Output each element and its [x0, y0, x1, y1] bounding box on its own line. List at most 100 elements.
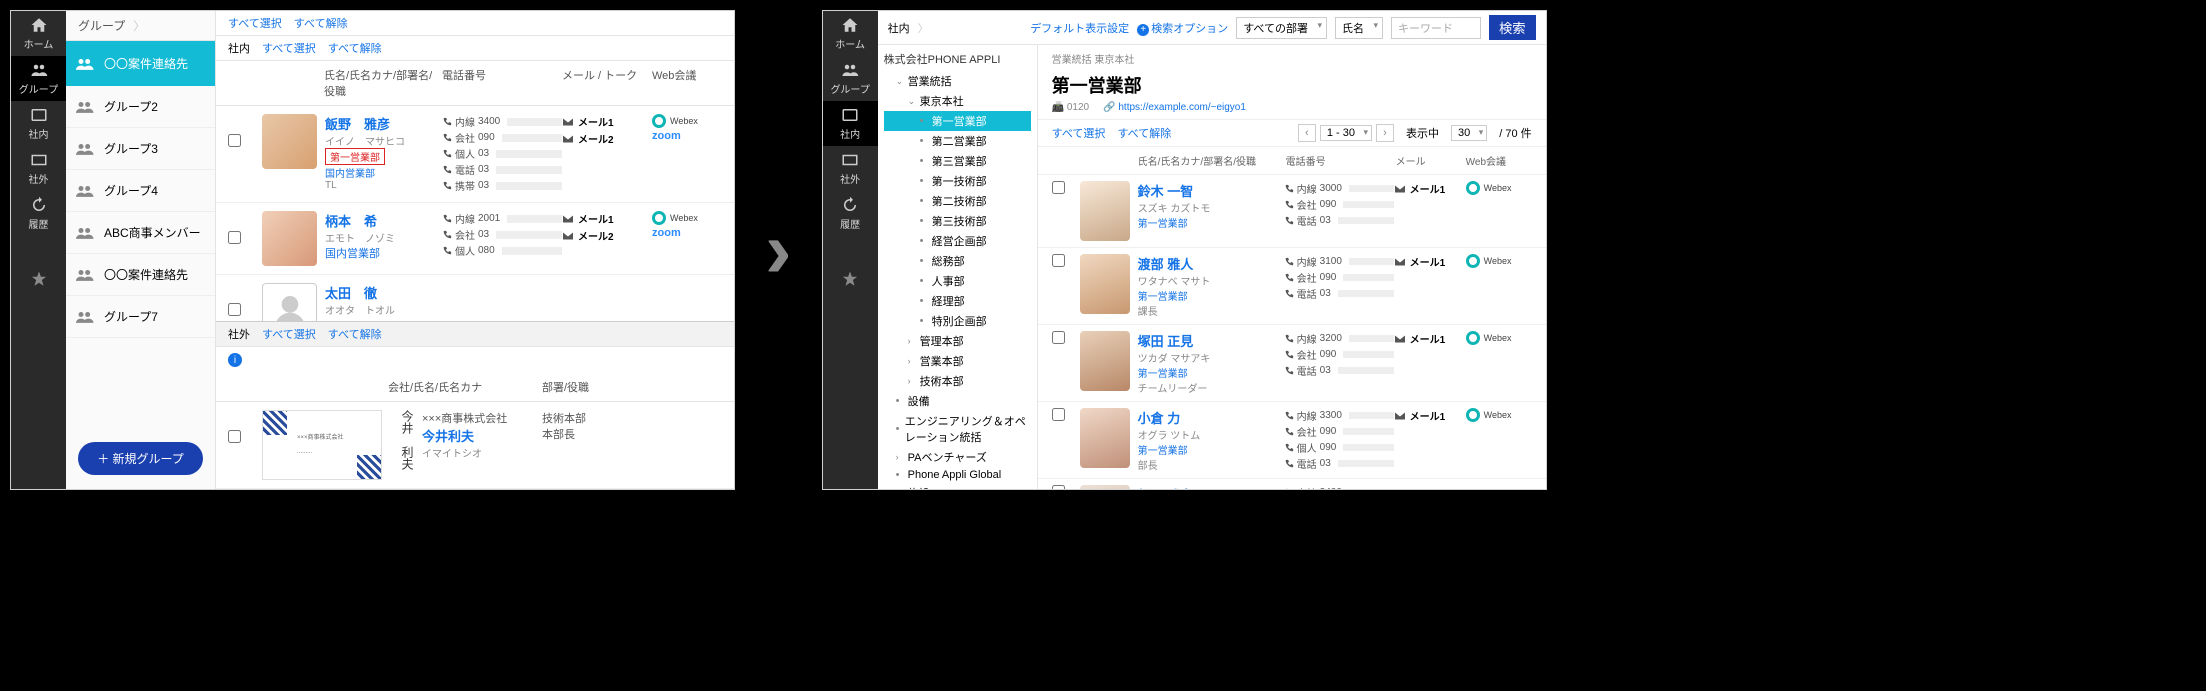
tree-node[interactable]: •人事部	[884, 271, 1031, 291]
tree-node[interactable]: •経理部	[884, 291, 1031, 311]
ext-table-header: 会社/氏名/氏名カナ 部署/役職	[216, 373, 734, 402]
tree-node[interactable]: ›施設	[884, 483, 1031, 489]
tree-node[interactable]: •設備	[884, 391, 1031, 411]
person-name[interactable]: 塚田 正見	[1138, 331, 1284, 350]
tree-node[interactable]: •第三技術部	[884, 211, 1031, 231]
tree-node[interactable]: •総務部	[884, 251, 1031, 271]
person-name[interactable]: 小倉 力	[1138, 408, 1284, 427]
group-item[interactable]: グループ3	[66, 128, 215, 170]
main-content: すべて選択 すべて解除 社内 すべて選択 すべて解除 氏名/氏名カナ/部署名/役…	[216, 11, 734, 489]
select-all-r[interactable]: すべて選択	[1052, 125, 1106, 141]
person-name[interactable]: 飯野 雅彦	[1138, 485, 1284, 489]
sb-group-r[interactable]: グループ	[823, 56, 878, 101]
search-button[interactable]: 検索	[1489, 15, 1536, 40]
group-item[interactable]: ABC商事メンバー	[66, 212, 215, 254]
tree-node[interactable]: •第三営業部	[884, 151, 1031, 171]
sb-star-r[interactable]	[823, 256, 878, 301]
person-name[interactable]: 飯野 雅彦	[325, 114, 442, 133]
deselect-all-shanai[interactable]: すべて解除	[328, 40, 382, 56]
sb-shanai[interactable]: 社内	[11, 101, 66, 146]
group-item[interactable]: グループ2	[66, 86, 215, 128]
tree-node[interactable]: •第一技術部	[884, 171, 1031, 191]
detail-title: 第一営業部	[1038, 72, 1546, 102]
tree-node[interactable]: ›PAベンチャーズ	[884, 447, 1031, 467]
ext-row: ×××商事株式会社......... 今井 利夫 ×××商事株式会社 今井利夫 …	[216, 402, 734, 489]
tree-node[interactable]: ›管理本部	[884, 331, 1031, 351]
sb-history[interactable]: 履歴	[11, 191, 66, 236]
tree-node[interactable]: ⌄営業統括	[884, 71, 1031, 91]
tree-node[interactable]: ⌄東京本社	[884, 91, 1031, 111]
tree-node[interactable]: •経営企画部	[884, 231, 1031, 251]
business-card[interactable]: ×××商事株式会社.........	[262, 410, 382, 480]
rtable-header: 氏名/氏名カナ/部署名/役職 電話番号 メール Web会議	[1038, 147, 1546, 175]
tree-node[interactable]: •特別企画部	[884, 311, 1031, 331]
sb-group[interactable]: グループ	[11, 56, 66, 101]
avatar	[262, 211, 317, 266]
page-prev[interactable]: ‹	[1298, 124, 1316, 142]
row-checkbox[interactable]	[228, 231, 241, 244]
row-checkbox[interactable]	[228, 430, 241, 443]
field-select[interactable]: 氏名	[1335, 17, 1383, 39]
arrow-right-icon: ›	[765, 204, 792, 296]
search-options[interactable]: +検索オプション	[1137, 20, 1228, 36]
select-all-shagai[interactable]: すべて選択	[262, 326, 316, 342]
deselect-all[interactable]: すべて解除	[294, 15, 348, 31]
url-link[interactable]: 🔗 https://example.com/~eigyo1	[1103, 102, 1246, 113]
person-name[interactable]: 柄本 希	[325, 211, 442, 230]
table-row: 渡部 雅人ワタナベ マサト第一営業部課長内線 3100会社 090電話 03メー…	[1038, 248, 1546, 325]
tree-node[interactable]: •第二営業部	[884, 131, 1031, 151]
tree-node[interactable]: ›技術本部	[884, 371, 1031, 391]
avatar	[1080, 485, 1130, 489]
id-icon	[841, 106, 859, 124]
group-item[interactable]: グループ7	[66, 296, 215, 338]
page-range[interactable]: 1 - 30	[1320, 125, 1372, 141]
select-all-shanai[interactable]: すべて選択	[262, 40, 316, 56]
new-group-button[interactable]: ＋ 新規グループ	[78, 442, 203, 475]
dept-select[interactable]: すべての部署	[1236, 17, 1327, 39]
table-row: 鈴木 一智スズキ カズトモ第一営業部内線 3000会社 090電話 03メール1…	[1038, 175, 1546, 248]
tree-node[interactable]: •第一営業部	[884, 111, 1031, 131]
sb-shagai-r[interactable]: 社外	[823, 146, 878, 191]
group-icon	[30, 61, 48, 79]
sb-star[interactable]	[11, 256, 66, 301]
group-item[interactable]: グループ4	[66, 170, 215, 212]
sidebar-r: ホーム グループ 社内 社外 履歴	[823, 11, 878, 489]
deselect-all-shagai[interactable]: すべて解除	[328, 326, 382, 342]
deselect-all-r[interactable]: すべて解除	[1117, 125, 1171, 141]
tree-node[interactable]: •Phone Appli Global	[884, 467, 1031, 483]
left-window: ホーム グループ 社内 社外 履歴 グループ〉 〇〇案件連絡先 グループ2グルー…	[10, 10, 735, 490]
row-checkbox[interactable]	[228, 134, 241, 147]
row-checkbox[interactable]	[1052, 181, 1065, 194]
sb-home[interactable]: ホーム	[11, 11, 66, 56]
keyword-input[interactable]: キーワード	[1391, 17, 1481, 39]
page-next[interactable]: ›	[1376, 124, 1394, 142]
row-checkbox[interactable]	[1052, 331, 1065, 344]
sb-history-r[interactable]: 履歴	[823, 191, 878, 236]
tree-node[interactable]: •第二技術部	[884, 191, 1031, 211]
default-display[interactable]: デフォルト表示設定	[1030, 20, 1129, 36]
group-selected[interactable]: 〇〇案件連絡先	[66, 41, 215, 86]
org-tree: 株式会社PHONE APPLI⌄営業統括⌄東京本社•第一営業部•第二営業部•第三…	[878, 45, 1038, 489]
person-name[interactable]: 渡部 雅人	[1138, 254, 1284, 273]
tree-node[interactable]: ›営業本部	[884, 351, 1031, 371]
person-name[interactable]: 鈴木 一智	[1138, 181, 1284, 200]
group-item[interactable]: 〇〇案件連絡先	[66, 254, 215, 296]
person-name[interactable]: 今井利夫	[422, 426, 542, 445]
star-icon	[841, 270, 859, 288]
page-size[interactable]: 30	[1451, 125, 1487, 141]
row-checkbox[interactable]	[1052, 408, 1065, 421]
tree-node[interactable]: •エンジニアリング＆オペレーション統括	[884, 411, 1031, 447]
rows-container: 飯野 雅彦イイノ マサヒコ第一営業部国内営業部TL内線 3400会社 090個人…	[216, 106, 734, 321]
sb-home-r[interactable]: ホーム	[823, 11, 878, 56]
row-checkbox[interactable]	[1052, 254, 1065, 267]
row-checkbox[interactable]	[1052, 485, 1065, 489]
group-icon	[841, 61, 859, 79]
sb-shagai[interactable]: 社外	[11, 146, 66, 191]
table-row: 飯野 雅彦内線 3400	[1038, 479, 1546, 489]
info-icon[interactable]: i	[228, 353, 242, 367]
select-all[interactable]: すべて選択	[228, 15, 282, 31]
row-checkbox[interactable]	[228, 303, 241, 316]
sb-shanai-r[interactable]: 社内	[823, 101, 878, 146]
right-window: ホーム グループ 社内 社外 履歴 社内〉 デフォルト表示設定 +検索オプション…	[822, 10, 1547, 490]
person-name[interactable]: 太田 徹	[325, 283, 442, 302]
